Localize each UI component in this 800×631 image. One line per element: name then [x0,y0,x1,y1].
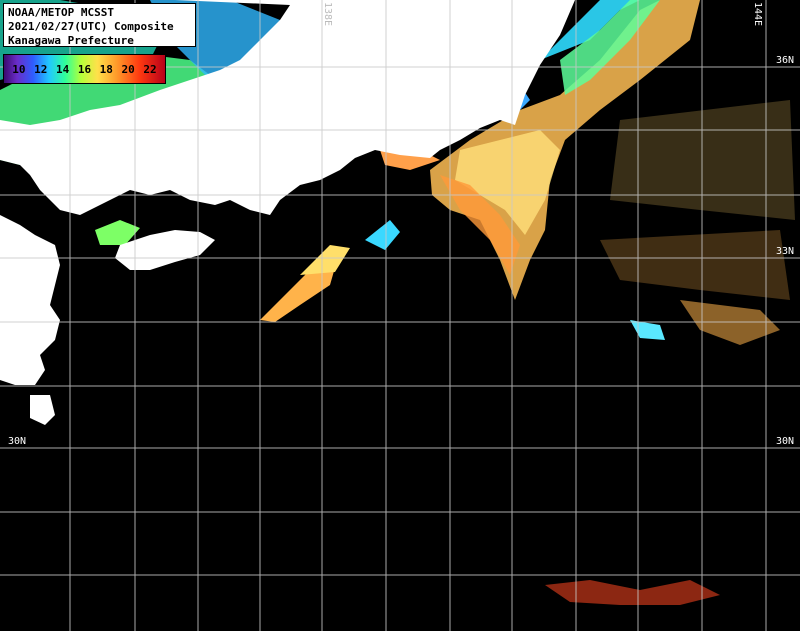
scale-label-20: 20 [121,62,135,76]
title-line-2: 2021/02/27(UTC) Composite [8,20,174,33]
map-canvas [0,0,800,631]
scale-label-12: 12 [34,62,48,76]
lat-label-30n-right: 30N [776,436,795,447]
lat-label-36n: 36N [776,55,795,66]
sst-map: NOAA/METOP MCSST 2021/02/27(UTC) Composi… [0,0,800,631]
lon-label-138e: 138E [322,2,333,27]
title-line-3: Kanagawa Prefecture [8,34,134,47]
lat-label-30n-left: 30N [8,436,27,447]
scale-label-16: 16 [77,62,92,76]
lat-label-33n: 33N [776,246,795,257]
scale-label-14: 14 [55,62,70,76]
map-title-box: NOAA/METOP MCSST 2021/02/27(UTC) Composi… [3,3,196,47]
title-line-1: NOAA/METOP MCSST [8,6,114,19]
scale-label-18: 18 [99,62,113,76]
scale-label-10: 10 [12,62,26,76]
temperature-color-scale: 10 12 14 16 18 20 22 [3,54,166,84]
lon-label-144e: 144E [752,2,763,27]
scale-label-22: 22 [143,62,157,76]
